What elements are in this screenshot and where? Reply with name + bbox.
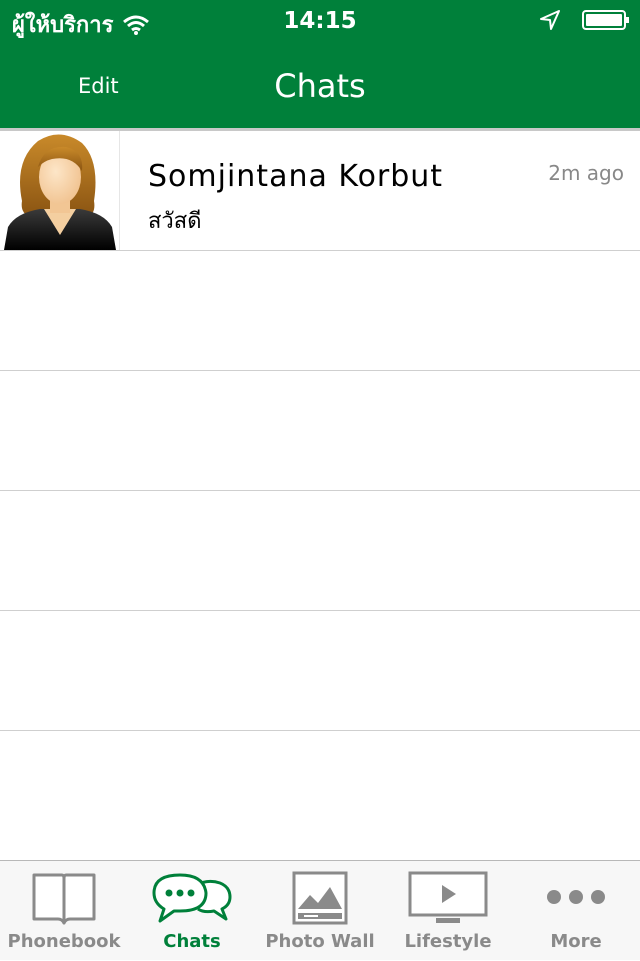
chat-bubbles-icon — [152, 873, 232, 923]
avatar — [0, 131, 120, 250]
tab-icon-wrap — [0, 871, 128, 927]
battery-icon — [582, 10, 629, 30]
tv-play-icon — [408, 871, 488, 923]
last-message: สวัสดี — [148, 209, 202, 234]
female-avatar-icon — [4, 134, 116, 250]
navigation-bar: Edit Chats — [0, 40, 640, 128]
more-dots-icon — [547, 890, 605, 904]
empty-row — [0, 491, 640, 611]
empty-row — [0, 731, 640, 850]
tab-label: More — [550, 931, 602, 952]
tab-icon-wrap — [128, 871, 256, 927]
tab-label: Phonebook — [7, 931, 121, 952]
chat-row[interactable]: Somjintana Korbut สวัสดี 2m ago — [0, 128, 640, 251]
empty-row — [0, 371, 640, 491]
status-right — [540, 9, 630, 31]
timestamp: 2m ago — [548, 161, 624, 185]
status-bar: ผู้ให้บริการ 14:15 — [0, 0, 640, 40]
tab-bar: Phonebook Chats Photo Wall Lifestyle Mor… — [0, 860, 640, 960]
tab-lifestyle[interactable]: Lifestyle — [384, 861, 512, 961]
chat-list: Somjintana Korbut สวัสดี 2m ago — [0, 128, 640, 850]
tab-label: Lifestyle — [404, 931, 492, 952]
tab-more[interactable]: More — [512, 861, 640, 961]
app-header: ผู้ให้บริการ 14:15 Edit Chats — [0, 0, 640, 128]
tab-icon-wrap — [384, 871, 512, 927]
photo-icon — [292, 871, 348, 925]
tab-label: Photo Wall — [265, 931, 375, 952]
empty-row — [0, 611, 640, 731]
page-title: Chats — [274, 67, 366, 105]
tab-icon-wrap — [512, 871, 640, 927]
tab-label: Chats — [163, 931, 221, 952]
tab-chats[interactable]: Chats — [128, 861, 256, 961]
tab-phonebook[interactable]: Phonebook — [0, 861, 128, 961]
contact-name: Somjintana Korbut — [148, 159, 444, 194]
empty-row — [0, 251, 640, 371]
book-icon — [32, 873, 96, 925]
location-arrow-icon — [540, 10, 560, 30]
tab-icon-wrap — [256, 871, 384, 927]
tab-photo-wall[interactable]: Photo Wall — [256, 861, 384, 961]
